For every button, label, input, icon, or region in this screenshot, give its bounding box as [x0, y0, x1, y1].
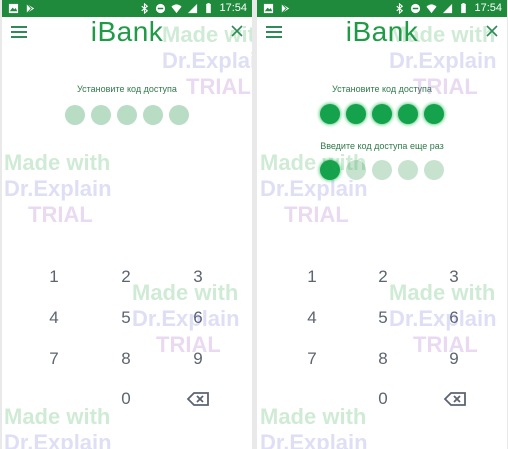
key-2[interactable]: 2	[106, 262, 146, 292]
key-5[interactable]: 5	[363, 303, 403, 333]
key-3[interactable]: 3	[178, 262, 218, 292]
code-dots	[2, 105, 252, 125]
code-dot	[65, 105, 85, 125]
code-dots	[257, 104, 507, 124]
phone-screen-left: 17:54 iBank Установите код доступа 1 2 3…	[2, 0, 252, 449]
app-bar: iBank	[257, 16, 507, 49]
key-0[interactable]: 0	[106, 384, 146, 414]
code-dot-filled	[372, 104, 392, 124]
set-code-prompt: Установите код доступа	[332, 84, 432, 94]
bluetooth-icon	[141, 3, 149, 14]
key-5[interactable]: 5	[106, 303, 146, 333]
confirm-dot	[398, 160, 418, 180]
key-9[interactable]: 9	[178, 344, 218, 374]
confirm-dot	[346, 160, 366, 180]
watermark-line2: Dr.Explain	[162, 48, 252, 73]
signal-icon	[443, 3, 453, 14]
set-code-prompt: Установите код доступа	[77, 84, 177, 94]
do-not-disturb-icon	[411, 3, 421, 14]
watermark-line1: Made with	[4, 150, 111, 175]
key-7[interactable]: 7	[34, 344, 74, 374]
confirm-code-prompt: Введите код доступа еще раз	[320, 141, 444, 151]
watermark-line1: Made with	[260, 404, 367, 429]
code-dot	[169, 105, 189, 125]
key-3[interactable]: 3	[434, 262, 474, 292]
phone-screen-right: 17:54 iBank Установите код доступа Введи…	[257, 0, 507, 449]
watermark: Made with Dr.Explain	[4, 404, 112, 449]
code-dot-filled	[398, 104, 418, 124]
signal-icon	[188, 3, 198, 14]
confirm-dot	[424, 160, 444, 180]
code-dot-filled	[424, 104, 444, 124]
app-title: iBank	[345, 16, 419, 47]
key-4[interactable]: 4	[34, 303, 74, 333]
key-8[interactable]: 8	[106, 344, 146, 374]
wifi-icon	[171, 4, 183, 14]
watermark: Made with Dr.Explain	[260, 404, 368, 449]
key-1[interactable]: 1	[292, 262, 332, 292]
close-icon[interactable]	[485, 24, 499, 38]
watermark-line2: Dr.Explain	[389, 48, 497, 73]
key-9[interactable]: 9	[434, 344, 474, 374]
bluetooth-icon	[396, 3, 404, 14]
image-icon	[263, 3, 274, 14]
code-dot	[91, 105, 111, 125]
code-dot	[117, 105, 137, 125]
key-1[interactable]: 1	[34, 262, 74, 292]
image-icon	[8, 3, 19, 14]
watermark-line2: Dr.Explain	[4, 430, 112, 449]
play-store-icon	[281, 3, 290, 14]
key-6[interactable]: 6	[178, 303, 218, 333]
status-bar: 17:54	[2, 0, 252, 17]
status-time: 17:54	[219, 2, 247, 14]
wifi-icon	[426, 4, 438, 14]
app-title: iBank	[90, 16, 164, 47]
app-bar: iBank	[2, 16, 252, 49]
screenshot-stage: 17:54 iBank Установите код доступа 1 2 3…	[0, 0, 508, 449]
play-store-icon	[26, 3, 35, 14]
status-time: 17:54	[474, 2, 502, 14]
battery-icon	[206, 3, 212, 14]
watermark-line2: Dr.Explain	[260, 430, 368, 449]
key-2[interactable]: 2	[363, 262, 403, 292]
code-dot-filled	[320, 104, 340, 124]
key-7[interactable]: 7	[292, 344, 332, 374]
status-bar: 17:54	[257, 0, 507, 17]
confirm-code-dots	[257, 160, 507, 180]
confirm-dot-filled	[320, 160, 340, 180]
key-4[interactable]: 4	[292, 303, 332, 333]
backspace-icon[interactable]	[178, 384, 218, 414]
battery-icon	[461, 3, 467, 14]
watermark-line2: Dr.Explain	[4, 176, 112, 201]
watermark-line1: Made with	[4, 404, 111, 429]
key-8[interactable]: 8	[363, 344, 403, 374]
code-dot	[143, 105, 163, 125]
key-0[interactable]: 0	[363, 384, 403, 414]
watermark-line3: TRIAL	[28, 202, 93, 227]
key-6[interactable]: 6	[434, 303, 474, 333]
do-not-disturb-icon	[156, 3, 166, 14]
close-icon[interactable]	[230, 24, 244, 38]
code-dot-filled	[346, 104, 366, 124]
watermark: Made with Dr.Explain TRIAL	[4, 150, 112, 228]
watermark-line3: TRIAL	[284, 202, 349, 227]
confirm-dot	[372, 160, 392, 180]
backspace-icon[interactable]	[435, 384, 475, 414]
